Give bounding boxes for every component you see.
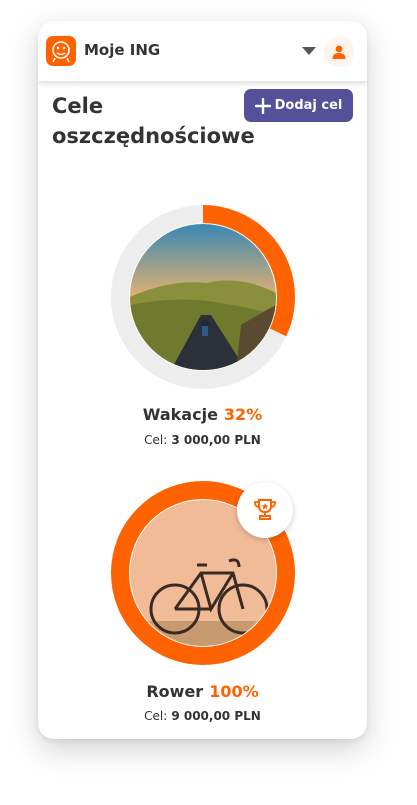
- trophy-icon: [237, 482, 293, 538]
- ing-lion-logo[interactable]: [46, 36, 76, 66]
- goal-percent: 100%: [209, 682, 259, 701]
- caret-down-icon[interactable]: [300, 43, 318, 57]
- page-title-line1: Cele: [52, 94, 104, 118]
- goal-card-wakacje[interactable]: [111, 205, 295, 389]
- add-goal-label: Dodaj cel: [274, 98, 343, 113]
- goal-target-amount: 3 000,00 PLN: [171, 433, 261, 447]
- cyclist-on-mountain-road: [130, 224, 276, 370]
- user-icon[interactable]: [324, 37, 354, 67]
- goal-title: Wakacje 32%: [38, 405, 367, 424]
- plus-icon: [254, 97, 271, 114]
- phone-frame: Moje ING Cele oszczędnościowe Dodaj cel: [38, 21, 367, 739]
- goal-target-amount: 9 000,00 PLN: [171, 709, 261, 723]
- goal-name: Rower: [146, 682, 204, 701]
- goal-title: Rower 100%: [38, 682, 367, 701]
- page-title-line2: oszczędnościowe: [52, 124, 255, 148]
- add-goal-button[interactable]: Dodaj cel: [244, 89, 353, 122]
- goal-percent: 32%: [223, 405, 263, 424]
- goal-target-label: Cel:: [144, 709, 168, 723]
- app-title: Moje ING: [84, 41, 161, 59]
- goal-name: Wakacje: [142, 405, 218, 424]
- page-title: Cele oszczędnościowe: [52, 91, 255, 151]
- goal-target: Cel: 9 000,00 PLN: [38, 709, 367, 723]
- goal-target: Cel: 3 000,00 PLN: [38, 433, 367, 447]
- app-header: Moje ING: [38, 21, 367, 81]
- goal-target-label: Cel:: [144, 433, 168, 447]
